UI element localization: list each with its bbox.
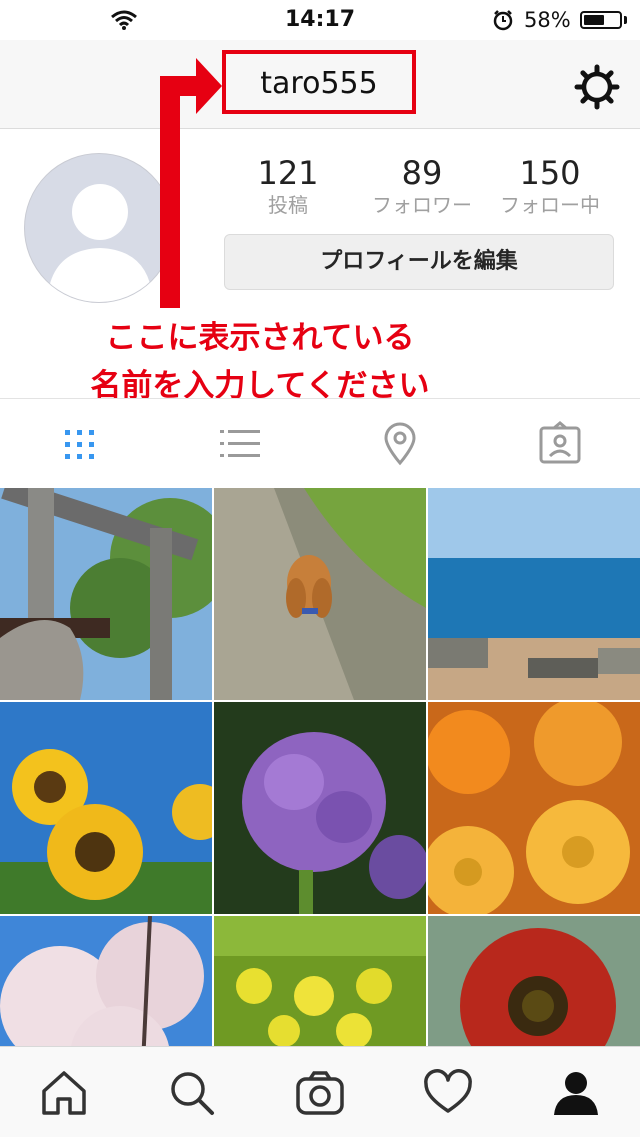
avatar[interactable]: [24, 153, 174, 303]
photo-tile-torii[interactable]: [0, 488, 212, 700]
photo-tile-red-sunflower[interactable]: [428, 916, 640, 1048]
photo-tile-sunflowers[interactable]: [0, 702, 212, 914]
photo-grid: [0, 488, 640, 1048]
following-count: 150: [519, 154, 581, 192]
following-label: フォロー中: [500, 193, 600, 217]
heart-icon[interactable]: [420, 1065, 476, 1121]
annotation-arrow-shaft: [160, 76, 180, 308]
photo-tile-dachshund[interactable]: [214, 488, 426, 700]
stat-posts[interactable]: 121 投稿: [218, 154, 358, 218]
photo-tile-rapeseed[interactable]: [214, 916, 426, 1048]
battery-fill: [584, 15, 604, 25]
annotation-arrow-bend: [160, 76, 200, 96]
followers-label: フォロワー: [372, 193, 472, 217]
stat-following[interactable]: 150 フォロー中: [480, 154, 620, 218]
posts-label: 投稿: [268, 193, 308, 217]
annotation-text-line1: ここに表示されている: [105, 320, 415, 356]
list-icon[interactable]: [216, 419, 264, 467]
home-icon[interactable]: [36, 1065, 92, 1121]
photo-tile-hydrangea[interactable]: [214, 702, 426, 914]
alarm-icon: [493, 10, 513, 31]
tagged-photos-icon[interactable]: [536, 419, 584, 467]
edit-profile-button[interactable]: プロフィールを編集: [224, 234, 614, 290]
search-icon[interactable]: [164, 1065, 220, 1121]
photo-tile-seaside[interactable]: [428, 488, 640, 700]
posts-count: 121: [257, 154, 319, 192]
battery-icon: [580, 11, 622, 29]
stat-followers[interactable]: 89 フォロワー: [352, 154, 492, 218]
status-bar: 14:17 58%: [0, 0, 640, 40]
location-pin-icon[interactable]: [376, 419, 424, 467]
username-title: taro555: [260, 66, 378, 101]
battery-percent: 58%: [524, 8, 571, 32]
camera-icon[interactable]: [292, 1065, 348, 1121]
photo-tile-chrysanthemums[interactable]: [428, 702, 640, 914]
annotation-arrow-head: [196, 58, 222, 114]
default-avatar-icon: [47, 184, 153, 302]
grid-icon[interactable]: [56, 419, 104, 467]
profile-view-tabs: [0, 398, 640, 487]
profile-icon[interactable]: [548, 1065, 604, 1121]
gear-icon[interactable]: [574, 64, 620, 110]
bottom-tab-bar: [0, 1046, 640, 1137]
followers-count: 89: [401, 154, 443, 192]
photo-tile-cherry-blossoms[interactable]: [0, 916, 212, 1048]
battery-tip: [624, 16, 627, 24]
